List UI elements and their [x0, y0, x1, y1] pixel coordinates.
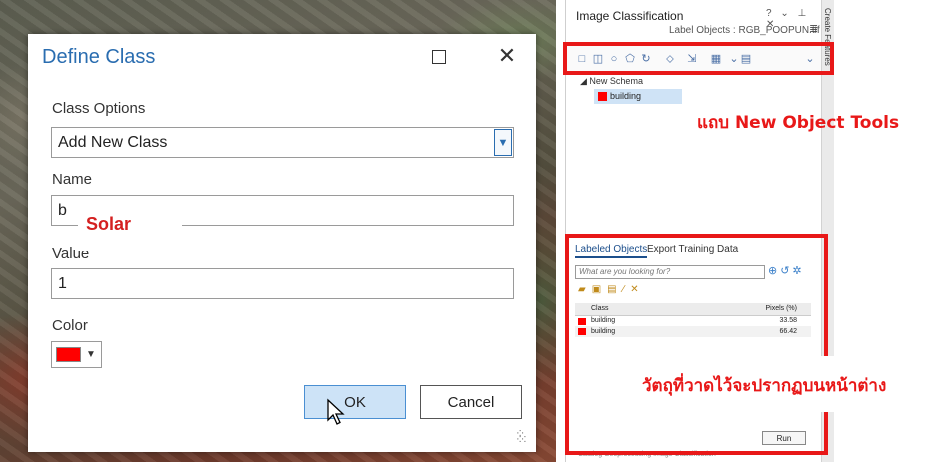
- class-options-select[interactable]: Add New Class ▼: [51, 127, 514, 158]
- solar-annotation: Solar: [86, 214, 132, 234]
- schema-root-label: New Schema: [589, 76, 643, 86]
- color-swatch: [56, 347, 81, 362]
- schema-class-label: building: [610, 91, 642, 101]
- ok-button[interactable]: OK: [304, 385, 406, 419]
- screenshot-root: Define Class ✕ Class Options Add New Cla…: [0, 0, 943, 462]
- schema-class-node[interactable]: building: [594, 89, 682, 104]
- pane-title: Image Classification: [576, 9, 684, 23]
- dialog-title: Define Class: [42, 46, 156, 68]
- mouse-cursor-icon: [327, 398, 345, 425]
- class-color-swatch: [598, 92, 607, 101]
- result-annotation: วัตถุที่วาดไว้จะปรากฏบนหน้าต่าง: [642, 376, 887, 396]
- schema-tree: ◢ New Schema building: [566, 74, 806, 224]
- pane-menu-icon[interactable]: ≣: [809, 22, 818, 35]
- class-options-value: Add New Class: [58, 134, 168, 151]
- color-picker-button[interactable]: ▼: [51, 341, 102, 368]
- cancel-button[interactable]: Cancel: [420, 385, 522, 419]
- toolbar-highlight-box: [563, 42, 834, 75]
- close-icon[interactable]: ✕: [496, 44, 518, 68]
- chevron-down-icon[interactable]: ▼: [494, 129, 512, 156]
- schema-root-node[interactable]: ◢ New Schema: [580, 76, 643, 87]
- labeled-objects-highlight-box: [565, 234, 828, 455]
- caret-down-icon: ▼: [86, 349, 96, 360]
- define-class-dialog: Define Class ✕ Class Options Add New Cla…: [28, 34, 536, 452]
- class-options-label: Class Options: [52, 100, 146, 117]
- value-field[interactable]: 1: [51, 268, 514, 299]
- toolbar-annotation: แถบ New Object Tools: [697, 113, 900, 133]
- maximize-icon[interactable]: [432, 50, 446, 64]
- resize-grip-icon[interactable]: ·:· ·:·:: [516, 428, 527, 445]
- name-label: Name: [52, 171, 93, 188]
- color-label: Color: [52, 317, 88, 334]
